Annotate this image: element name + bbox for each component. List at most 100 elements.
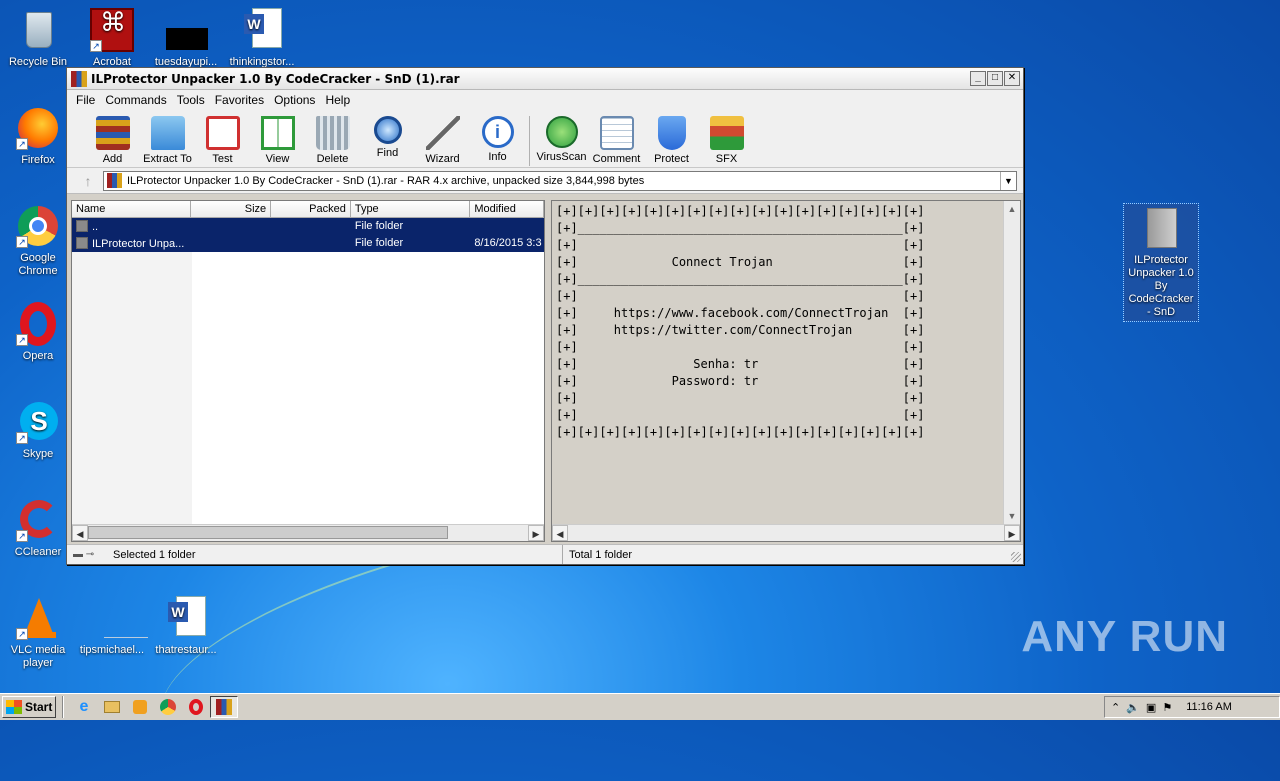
file-list: Name Size Packed Type Modified .. File f… (71, 200, 545, 542)
column-name[interactable]: Name (72, 201, 192, 217)
test-button[interactable]: Test (195, 116, 250, 165)
toolbar: Add Extract To Test View Delete Find Wiz… (67, 110, 1023, 168)
taskbar-explorer[interactable] (98, 696, 126, 718)
taskbar-ie[interactable]: e (70, 696, 98, 718)
start-button[interactable]: Start (2, 696, 56, 718)
wizard-button[interactable]: Wizard (415, 116, 470, 165)
windows-logo-icon (6, 700, 22, 714)
title-bar[interactable]: ILProtector Unpacker 1.0 By CodeCracker … (67, 68, 1023, 90)
drive-key-icon[interactable]: ▬ ⊸ (73, 549, 113, 560)
column-packed[interactable]: Packed (271, 201, 351, 217)
resize-grip-icon[interactable] (1011, 552, 1021, 562)
trash-icon (315, 116, 350, 150)
maximize-button[interactable]: □ (987, 71, 1003, 86)
comment-icon (599, 116, 634, 150)
desktop-icon-firefox[interactable]: ↗ Firefox (0, 106, 76, 167)
scroll-left-icon[interactable]: ◀ (552, 525, 568, 541)
virus-scan-icon (545, 116, 578, 148)
desktop-icon-vlc[interactable]: ↗ VLC media player (0, 596, 76, 670)
desktop-icon-thatrestaur[interactable]: W thatrestaur... (148, 596, 224, 657)
address-field[interactable]: ILProtector Unpacker 1.0 By CodeCracker … (103, 170, 1017, 191)
winrar-icon (71, 70, 87, 87)
magnifier-icon (373, 116, 402, 144)
scroll-right-icon[interactable]: ▶ (528, 525, 544, 541)
blank-file-icon (164, 8, 208, 52)
show-hidden-icons-icon[interactable]: ⌃ (1111, 701, 1120, 714)
content-area: Name Size Packed Type Modified .. File f… (71, 200, 1021, 542)
scroll-thumb[interactable] (88, 526, 448, 539)
taskbar-chrome[interactable] (154, 696, 182, 718)
menu-file[interactable]: File (71, 93, 100, 107)
blank-file-icon (90, 596, 148, 640)
horizontal-scrollbar[interactable]: ◀ ▶ (552, 524, 1020, 541)
menu-commands[interactable]: Commands (100, 93, 171, 107)
comment-button[interactable]: Comment (589, 116, 644, 165)
virusscan-button[interactable]: VirusScan (534, 116, 589, 163)
desktop-icon-opera[interactable]: ↗ Opera (0, 302, 76, 363)
word-document-icon: W (240, 8, 284, 52)
up-arrow-icon[interactable]: ↑ (73, 173, 103, 189)
taskbar-opera[interactable] (182, 696, 210, 718)
extract-to-button[interactable]: Extract To (140, 116, 195, 165)
skype-icon: S ↗ (16, 400, 60, 444)
scroll-left-icon[interactable]: ◀ (72, 525, 88, 541)
acrobat-icon: ⌘ ↗ (90, 8, 134, 52)
table-row[interactable]: .. File folder (72, 218, 544, 235)
chrome-icon (160, 699, 176, 715)
desktop-icon-ilprotector-folder[interactable]: ILProtector Unpacker 1.0 By CodeCracker … (1123, 203, 1199, 322)
column-modified[interactable]: Modified (470, 201, 545, 217)
rar-archive-icon (107, 173, 122, 188)
column-type[interactable]: Type (351, 201, 471, 217)
taskbar: Start e ⌃ 🔈 ▣ ⚑ 11:16 AM (0, 693, 1280, 720)
protect-button[interactable]: Protect (644, 116, 699, 165)
folder-icon (1139, 206, 1183, 250)
menu-help[interactable]: Help (320, 93, 355, 107)
table-row[interactable]: ILProtector Unpa... File folder 8/16/201… (72, 235, 544, 252)
find-button[interactable]: Find (360, 116, 415, 159)
menu-options[interactable]: Options (269, 93, 320, 107)
delete-button[interactable]: Delete (305, 116, 360, 165)
scroll-down-icon[interactable]: ▼ (1004, 508, 1020, 524)
desktop-icon-acrobat[interactable]: ⌘ ↗ Acrobat (74, 8, 150, 69)
minimize-button[interactable]: _ (970, 71, 986, 86)
menu-favorites[interactable]: Favorites (210, 93, 269, 107)
desktop-icon-thinkingstor[interactable]: W thinkingstor... (224, 8, 300, 69)
taskbar-media-player[interactable] (126, 696, 154, 718)
sfx-button[interactable]: SFX (699, 116, 754, 165)
desktop-icon-chrome[interactable]: ↗ Google Chrome (0, 204, 76, 278)
folder-icon (76, 237, 88, 249)
info-button[interactable]: i Info (470, 116, 525, 163)
desktop-icon-tuesdayupi[interactable]: tuesdayupi... (148, 8, 224, 69)
word-document-icon: W (164, 596, 208, 640)
name-column-shade (72, 252, 192, 524)
chevron-down-icon[interactable]: ▼ (1000, 171, 1016, 190)
menu-bar: File Commands Tools Favorites Options He… (67, 90, 1023, 110)
add-button[interactable]: Add (85, 116, 140, 165)
status-bar: ▬ ⊸ Selected 1 folder Total 1 folder (67, 544, 1023, 564)
toolbar-separator (529, 116, 530, 166)
volume-icon[interactable]: 🔈 (1126, 701, 1140, 714)
menu-tools[interactable]: Tools (172, 93, 210, 107)
clock[interactable]: 11:16 AM (1186, 701, 1232, 713)
horizontal-scrollbar[interactable]: ◀ ▶ (72, 524, 544, 541)
taskbar-winrar[interactable] (210, 696, 238, 718)
winrar-icon (216, 699, 232, 715)
vertical-scrollbar[interactable]: ▲ ▼ (1003, 201, 1020, 524)
info-icon: i (481, 116, 514, 148)
desktop-icon-ccleaner[interactable]: ↗ CCleaner (0, 498, 76, 559)
column-size[interactable]: Size (191, 201, 272, 217)
desktop-icon-recycle-bin[interactable]: Recycle Bin (0, 8, 76, 69)
desktop-icon-tipsmichael[interactable]: tipsmichael... (74, 596, 150, 657)
test-clipboard-icon (205, 116, 240, 150)
address-text: ILProtector Unpacker 1.0 By CodeCracker … (127, 174, 645, 187)
scroll-right-icon[interactable]: ▶ (1004, 525, 1020, 541)
desktop-icon-skype[interactable]: S ↗ Skype (0, 400, 76, 461)
recycle-bin-icon (16, 8, 60, 52)
address-bar: ↑ ILProtector Unpacker 1.0 By CodeCracke… (67, 168, 1023, 194)
view-button[interactable]: View (250, 116, 305, 165)
network-icon[interactable]: ▣ (1146, 701, 1156, 714)
action-center-flag-icon[interactable]: ⚑ (1162, 701, 1172, 714)
firefox-icon: ↗ (16, 106, 60, 150)
close-button[interactable]: ✕ (1004, 71, 1020, 86)
scroll-up-icon[interactable]: ▲ (1004, 201, 1020, 217)
